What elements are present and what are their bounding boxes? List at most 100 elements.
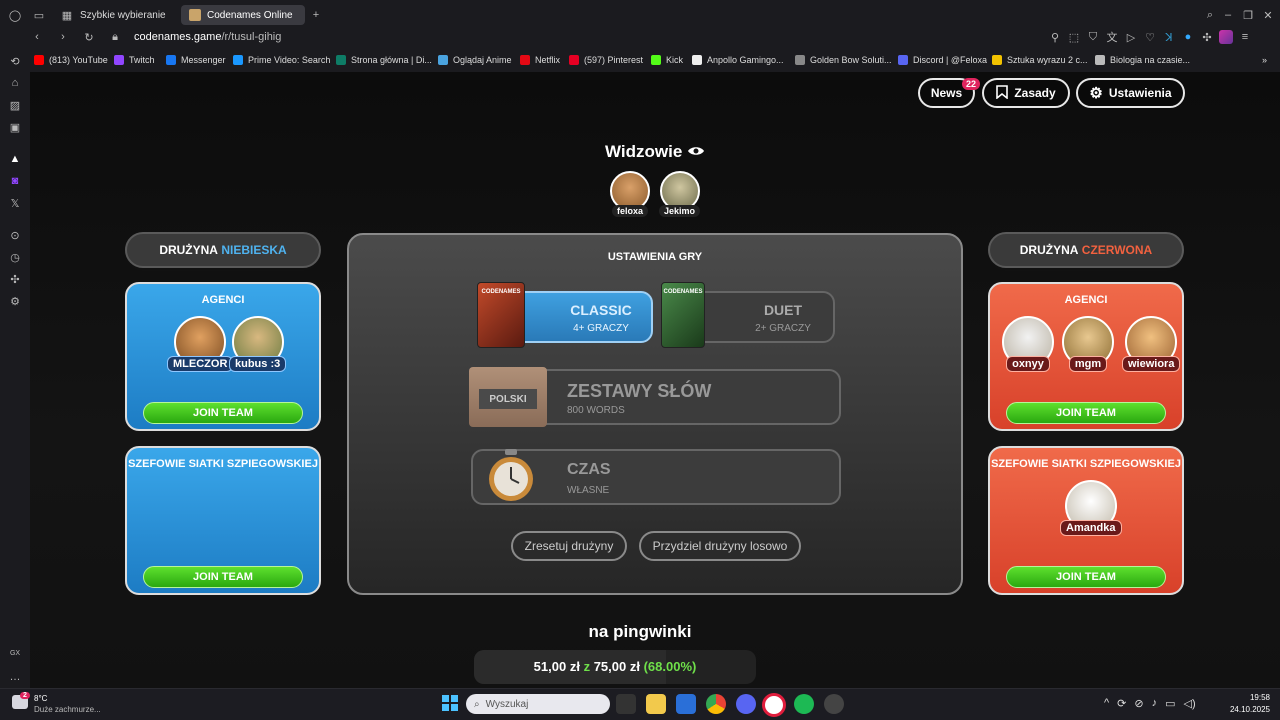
opera-gx-taskbar-icon[interactable] <box>762 693 786 717</box>
bookmark-item[interactable]: Anpollo Gamingo... <box>692 52 784 68</box>
tray-monitor-icon[interactable]: ▭ <box>1165 697 1175 710</box>
join-team-button[interactable]: JOIN TEAM <box>143 566 303 588</box>
shield-icon[interactable]: ⛉ <box>1086 30 1100 44</box>
taskbar-time[interactable]: 19:58 <box>1226 693 1270 702</box>
x-icon[interactable]: 𝕏 <box>8 196 22 210</box>
bookmark-favicon-icon <box>651 55 661 65</box>
back-icon[interactable]: ‹ <box>30 30 44 44</box>
red-team-header: DRUŻYNA CZERWONA <box>988 232 1184 268</box>
bookmark-favicon-icon <box>166 55 176 65</box>
donation-text: 51,00 zł z 75,00 zł (68.00%) <box>474 659 756 674</box>
taskbar-search[interactable]: ⌕ Wyszukaj <box>466 694 610 714</box>
tab-codenames[interactable]: Codenames Online <box>181 5 305 25</box>
spotify-icon[interactable] <box>794 694 814 714</box>
settings-icon[interactable]: ⚙ <box>8 294 22 308</box>
chrome-icon[interactable] <box>706 694 726 714</box>
tab-label: Codenames Online <box>207 9 293 21</box>
heart-icon[interactable]: ♡ <box>1143 30 1157 44</box>
vpn-icon[interactable]: ● <box>1181 30 1195 44</box>
play-icon[interactable]: ▷ <box>1124 30 1138 44</box>
bookmark-item[interactable]: Prime Video: Search <box>233 52 330 68</box>
bookmark-item[interactable]: Strona główna | Di... <box>336 52 432 68</box>
bookmark-label: Strona główna | Di... <box>351 55 432 65</box>
pin-icon[interactable]: ⚲ <box>1048 30 1062 44</box>
bookmark-item[interactable]: Golden Bow Soluti... <box>795 52 892 68</box>
bookmarks-more-icon[interactable]: » <box>1262 52 1267 68</box>
store-icon[interactable] <box>676 694 696 714</box>
tray-network-icon[interactable]: ⊘ <box>1134 697 1143 710</box>
menu-icon[interactable]: ≡ <box>1238 30 1252 44</box>
system-tray: ^ ⟳ ⊘ ♪ ▭ ◁) <box>1104 697 1196 710</box>
snapshot-icon[interactable]: ⬚ <box>1067 30 1081 44</box>
bookmark-item[interactable]: Messenger <box>166 52 226 68</box>
windows-start-icon[interactable] <box>442 695 458 716</box>
tray-chevron-icon[interactable]: ^ <box>1104 697 1109 710</box>
translate-icon[interactable]: 文 <box>1105 30 1119 44</box>
cleaner-icon[interactable]: ⌂ <box>8 76 22 90</box>
tray-mic-icon[interactable]: ♪ <box>1152 697 1158 710</box>
box-brand: CODENAMES <box>481 289 521 295</box>
history-icon[interactable]: ⟲ <box>8 54 22 68</box>
restore-icon[interactable]: ❐ <box>1241 8 1255 22</box>
minimize-icon[interactable]: – <box>1221 8 1235 22</box>
settings-label: Ustawienia <box>1108 86 1172 100</box>
reload-icon[interactable]: ↻ <box>82 30 96 44</box>
donation-goal: 75,00 zł <box>593 659 640 674</box>
settings-title: USTAWIENIA GRY <box>607 251 703 263</box>
close-icon[interactable]: ✕ <box>1261 8 1275 22</box>
opera-logo-icon[interactable]: ◯ <box>8 8 22 22</box>
bookmark-item[interactable]: (813) YouTube <box>34 52 108 68</box>
player-oxnyy: oxnyy <box>1002 316 1054 372</box>
news-sidebar-icon[interactable]: ▣ <box>8 120 22 134</box>
extension-icon[interactable]: ꓘ <box>1162 30 1176 44</box>
tray-volume-icon[interactable]: ◁) <box>1184 697 1196 710</box>
word-sets-label: ZESTAWY SŁÓW <box>567 381 712 401</box>
settings-button[interactable]: ⚙ Ustawienia <box>1076 78 1185 108</box>
clock-icon[interactable]: ◷ <box>8 250 22 264</box>
plus-icon[interactable]: + <box>309 8 323 22</box>
forward-icon[interactable]: › <box>56 30 70 44</box>
bookmark-item[interactable]: (597) Pinterest <box>569 52 643 68</box>
puzzle-icon[interactable]: ✣ <box>1200 30 1214 44</box>
profile-icon[interactable] <box>1219 30 1233 44</box>
join-team-button[interactable]: JOIN TEAM <box>1006 402 1166 424</box>
blue-agents-card: AGENCI MLECZOR kubus :3 JOIN TEAM <box>125 282 321 431</box>
join-team-button[interactable]: JOIN TEAM <box>143 402 303 424</box>
bookmark-item[interactable]: Netflix <box>520 52 560 68</box>
bookmark-item[interactable]: Sztuka wyrazu 2 c... <box>992 52 1088 68</box>
gx-logo-icon[interactable]: ▲ <box>8 152 22 166</box>
player-icon[interactable]: ⊙ <box>8 228 22 242</box>
tab-manager-icon[interactable]: ▭ <box>32 8 46 22</box>
bookmark-item[interactable]: Twitch <box>114 52 155 68</box>
rules-label: Zasady <box>1014 86 1056 100</box>
timer-sub: WŁASNE <box>567 485 610 496</box>
card-title: SZEFOWIE SIATKI SZPIEGOWSKIEJ <box>991 458 1181 470</box>
bookmark-item[interactable]: Oglądaj Anime <box>438 52 512 68</box>
tab-speed-dial[interactable]: ▦ Szybkie wybieranie <box>52 5 178 25</box>
rules-button[interactable]: Zasady <box>982 78 1070 108</box>
shield-sidebar-icon[interactable]: ▨ <box>8 98 22 112</box>
bookmark-item[interactable]: Kick <box>651 52 683 68</box>
weather-badge: 2 <box>20 692 30 699</box>
bookmark-label: Anpollo Gamingo... <box>707 55 784 65</box>
reset-teams-button[interactable]: Zresetuj drużyny <box>511 531 627 561</box>
app-icon[interactable] <box>824 694 844 714</box>
join-team-button[interactable]: JOIN TEAM <box>1006 566 1166 588</box>
discord-icon[interactable] <box>736 694 756 714</box>
search-icon[interactable]: ⌕ <box>1203 8 1217 22</box>
task-view-icon[interactable] <box>616 694 636 714</box>
taskbar-date[interactable]: 24.10.2025 <box>1216 705 1270 714</box>
more-icon[interactable]: … <box>8 670 22 684</box>
file-explorer-icon[interactable] <box>646 694 666 714</box>
extensions-icon[interactable]: ✣ <box>8 272 22 286</box>
address-bar[interactable]: codenames.game/r/tusul-gihig <box>134 31 281 43</box>
tray-sync-icon[interactable]: ⟳ <box>1117 697 1126 710</box>
randomize-teams-button[interactable]: Przydziel drużyny losowo <box>639 531 801 561</box>
bookmark-item[interactable]: Biologia na czasie... <box>1095 52 1190 68</box>
bookmark-item[interactable]: Discord | @Feloxa <box>898 52 987 68</box>
bookmark-favicon-icon <box>438 55 448 65</box>
team-header-prefix: DRUŻYNA <box>159 243 218 257</box>
team-header-color: NIEBIESKA <box>221 243 287 257</box>
twitch-icon[interactable]: ◙ <box>8 174 22 188</box>
classic-sub: 4+ GRACZY <box>573 323 629 334</box>
